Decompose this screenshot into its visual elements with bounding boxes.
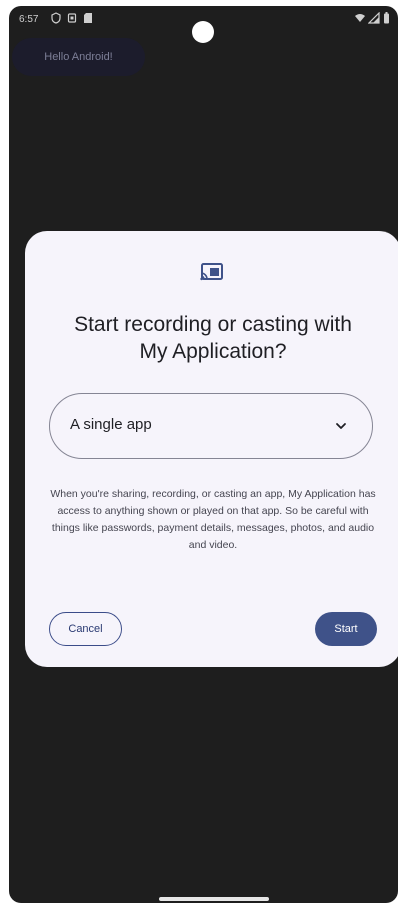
start-button[interactable]: Start — [315, 612, 377, 646]
phone-screen: 6:57 Hello Android! Start recording or c… — [9, 6, 398, 903]
capture-scope-dropdown[interactable]: A single app — [49, 393, 373, 459]
screen-capture-permission-dialog: Start recording or casting with My Appli… — [25, 231, 398, 667]
signal-icon — [368, 12, 380, 24]
dialog-message: When you're sharing, recording, or casti… — [50, 488, 376, 551]
dialog-title: Start recording or casting with My Appli… — [25, 311, 398, 365]
front-camera-cutout — [192, 21, 214, 43]
wifi-icon — [355, 14, 365, 22]
battery-icon — [384, 12, 389, 24]
sd-card-icon — [84, 13, 92, 23]
dialog-title-line1: Start recording or casting with — [74, 313, 352, 336]
vpn-key-icon — [51, 12, 61, 24]
cast-icon — [200, 263, 223, 281]
chevron-down-icon — [336, 423, 346, 429]
home-indicator[interactable] — [159, 897, 269, 901]
status-time: 6:57 — [19, 14, 39, 25]
dialog-title-line2: My Application? — [139, 340, 287, 363]
capture-scope-value: A single app — [70, 416, 152, 433]
hello-android-chip[interactable]: Hello Android! — [12, 38, 145, 76]
notification-icon — [67, 13, 77, 23]
cancel-button[interactable]: Cancel — [49, 612, 122, 646]
